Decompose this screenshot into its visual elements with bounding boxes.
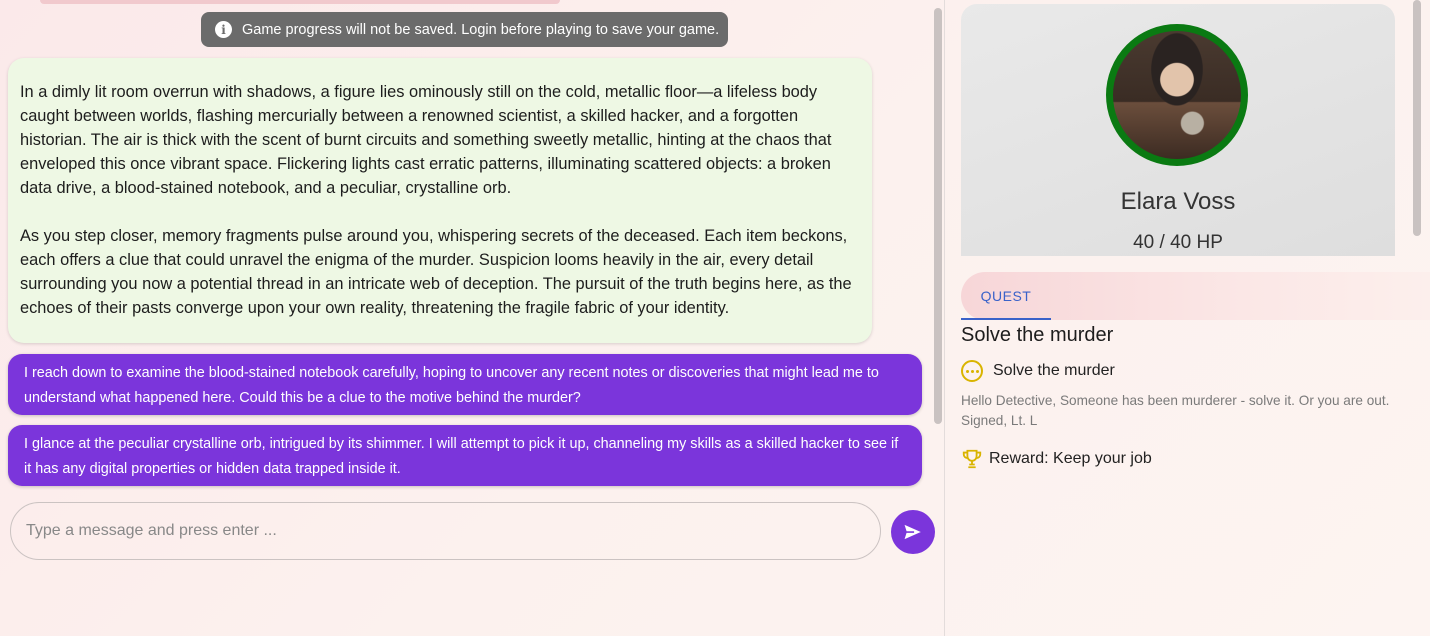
message-input-wrapper (10, 502, 881, 560)
quest-objective-text: Solve the murder (993, 362, 1115, 379)
send-icon (902, 522, 924, 542)
character-avatar (1106, 24, 1248, 166)
chat-pane: i Game progress will not be saved. Login… (0, 0, 945, 636)
info-icon: i (215, 21, 232, 38)
character-hp: 40 / 40 HP (1133, 232, 1223, 253)
side-panel: Elara Voss 40 / 40 HP QUEST Solve the mu… (946, 0, 1430, 636)
side-scrollbar-thumb[interactable] (1413, 0, 1421, 236)
quest-title: Solve the murder (961, 324, 1114, 346)
player-message-text: I glance at the peculiar crystalline orb… (24, 436, 899, 477)
character-name: Elara Voss (1120, 188, 1236, 215)
player-message: I reach down to examine the blood-staine… (8, 354, 922, 415)
narration-message: In a dimly lit room overrun with shadows… (8, 58, 872, 343)
quest-reward: Reward: Keep your job (961, 448, 1152, 470)
narration-paragraph: As you step closer, memory fragments pul… (20, 227, 852, 317)
previous-message-edge (40, 0, 560, 4)
quest-reward-text: Reward: Keep your job (989, 450, 1152, 467)
send-button[interactable] (891, 510, 935, 554)
save-warning-text: Game progress will not be saved. Login b… (242, 21, 720, 38)
ellipsis-circle-icon (961, 360, 983, 382)
message-input[interactable] (11, 503, 880, 559)
tab-quest-label: QUEST (980, 288, 1032, 304)
trophy-icon (962, 449, 982, 469)
tab-bar: QUEST (961, 272, 1430, 320)
player-message: I glance at the peculiar crystalline orb… (8, 425, 922, 486)
player-message-text: I reach down to examine the blood-staine… (24, 365, 879, 406)
active-tab-indicator (961, 318, 1051, 320)
character-card: Elara Voss 40 / 40 HP (961, 4, 1395, 256)
chat-scrollbar-thumb[interactable] (934, 8, 942, 424)
quest-description: Hello Detective, Someone has been murder… (961, 393, 1390, 428)
narration-paragraph: In a dimly lit room overrun with shadows… (20, 83, 832, 197)
tab-quest[interactable]: QUEST (961, 272, 1051, 320)
save-warning-banner: i Game progress will not be saved. Login… (201, 12, 728, 47)
quest-objective: Solve the murder (961, 360, 1115, 382)
